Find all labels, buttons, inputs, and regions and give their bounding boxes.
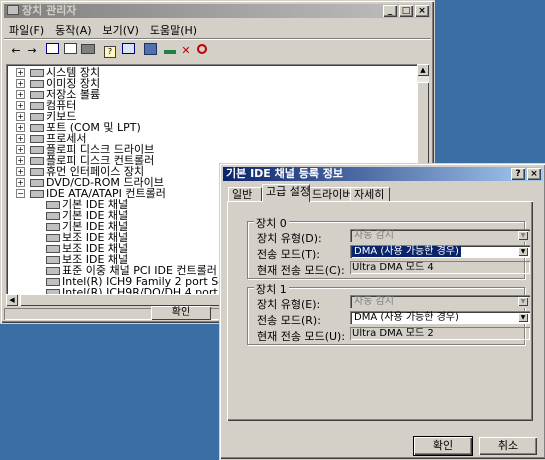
- system-devices-icon: [30, 68, 44, 77]
- help-question-button[interactable]: ?: [511, 168, 525, 180]
- device1-current-label: 현재 전송 모드(U):: [257, 330, 346, 343]
- device-manager-titlebar[interactable]: 장치 관리자 _ □ ×: [4, 4, 431, 18]
- background-ok-button[interactable]: 확인: [151, 306, 211, 320]
- disable-device-icon[interactable]: [194, 43, 210, 59]
- device1-type-label: 장치 유형(E):: [257, 298, 321, 311]
- collapse-icon[interactable]: −: [16, 189, 25, 198]
- tab-general[interactable]: 일반: [228, 187, 262, 202]
- device1-group: 장치 1 장치 유형(E): 자동 감지 ▼ 전송 모드(R): DMA (사용…: [247, 281, 530, 345]
- properties-dialog: 기본 IDE 채널 등록 정보 ? × 일반 고급 설정 드라이버 자세히 장치…: [219, 163, 545, 460]
- device-manager-app-icon: [7, 5, 19, 15]
- expand-icon[interactable]: +: [16, 90, 25, 99]
- device0-type-select: 자동 감지 ▼: [350, 229, 530, 242]
- chevron-down-icon[interactable]: ▼: [518, 313, 528, 322]
- up-level-icon[interactable]: [62, 43, 78, 59]
- tab-driver[interactable]: 드라이버: [308, 187, 354, 202]
- ide-channel-icon: [46, 233, 60, 242]
- ide-channel-icon: [46, 255, 60, 264]
- device1-current-value: Ultra DMA 모드 2: [350, 327, 530, 340]
- toolbar: ← → ? ✕: [4, 38, 431, 63]
- expand-icon[interactable]: +: [16, 101, 25, 110]
- properties-titlebar[interactable]: 기본 IDE 채널 등록 정보 ? ×: [223, 167, 543, 181]
- imaging-device-icon: [30, 79, 44, 88]
- show-hide-tree-icon[interactable]: [44, 43, 60, 59]
- ide-channel-icon: [46, 211, 60, 220]
- chevron-down-icon[interactable]: ▼: [518, 247, 528, 256]
- expand-icon[interactable]: +: [16, 112, 25, 121]
- device-manager-title: 장치 관리자: [22, 4, 77, 17]
- chevron-down-icon: ▼: [518, 231, 528, 240]
- ide-channel-icon: [46, 200, 60, 209]
- menu-action[interactable]: 동작(A): [50, 20, 97, 38]
- processor-icon: [30, 134, 44, 143]
- cancel-button[interactable]: 취소: [479, 437, 537, 455]
- properties-title: 기본 IDE 채널 등록 정보: [226, 167, 344, 180]
- device0-mode-label: 전송 모드(T):: [257, 248, 320, 261]
- expand-icon[interactable]: +: [16, 167, 25, 176]
- expand-icon[interactable]: +: [16, 178, 25, 187]
- print-icon[interactable]: [80, 43, 96, 59]
- forward-arrow-icon[interactable]: →: [24, 43, 40, 59]
- maximize-button[interactable]: □: [399, 5, 413, 17]
- menu-file[interactable]: 파일(F): [4, 20, 50, 38]
- ide-channel-icon: [46, 244, 60, 253]
- advanced-settings-panel: 장치 0 장치 유형(D): 자동 감지 ▼ 전송 모드(T): DMA (사용…: [227, 201, 533, 421]
- scroll-left-icon[interactable]: ◀: [6, 294, 18, 306]
- device0-title: 장치 0: [254, 215, 289, 231]
- device1-mode-value: DMA (사용 가능한 경우): [354, 312, 459, 323]
- device1-title: 장치 1: [254, 281, 289, 297]
- ide-channel-icon: [46, 222, 60, 231]
- tab-advanced-settings[interactable]: 고급 설정: [262, 184, 310, 202]
- back-arrow-icon[interactable]: ←: [8, 43, 24, 59]
- computer-icon: [30, 101, 44, 110]
- expand-icon[interactable]: +: [16, 68, 25, 77]
- ok-button[interactable]: 확인: [413, 436, 473, 456]
- expand-icon[interactable]: +: [16, 134, 25, 143]
- update-driver-icon[interactable]: [162, 43, 178, 59]
- storage-volume-icon: [30, 90, 44, 99]
- floppy-controller-icon: [30, 156, 44, 165]
- ide-channel-icon: [46, 266, 60, 275]
- device1-mode-label: 전송 모드(R):: [257, 314, 321, 327]
- minimize-button[interactable]: _: [383, 5, 397, 17]
- tab-details[interactable]: 자세히: [350, 187, 390, 202]
- device0-mode-value: DMA (사용 가능한 경우): [352, 246, 461, 257]
- properties-icon[interactable]: [120, 43, 136, 59]
- device0-type-label: 장치 유형(D):: [257, 232, 322, 245]
- scroll-up-icon[interactable]: ▲: [417, 64, 429, 76]
- expand-icon[interactable]: +: [16, 156, 25, 165]
- device1-type-value: 자동 감지: [354, 296, 394, 307]
- close-button[interactable]: ×: [415, 5, 429, 17]
- device0-current-label: 현재 전송 모드(C):: [257, 264, 345, 277]
- menu-bar: 파일(F) 동작(A) 보기(V) 도움말(H): [4, 20, 431, 38]
- device0-group: 장치 0 장치 유형(D): 자동 감지 ▼ 전송 모드(T): DMA (사용…: [247, 215, 530, 279]
- ide-controller-icon: [30, 189, 44, 198]
- port-icon: [30, 123, 44, 132]
- scan-hardware-icon[interactable]: [142, 43, 158, 59]
- device0-mode-select[interactable]: DMA (사용 가능한 경우) ▼: [350, 245, 530, 258]
- hid-icon: [30, 167, 44, 176]
- menu-view[interactable]: 보기(V): [98, 20, 145, 38]
- ide-channel-icon: [46, 277, 60, 286]
- dvd-drive-icon: [30, 178, 44, 187]
- device1-type-select: 자동 감지 ▼: [350, 295, 530, 308]
- floppy-drive-icon: [30, 145, 44, 154]
- device0-current-value: Ultra DMA 모드 4: [350, 261, 530, 274]
- chevron-down-icon: ▼: [518, 297, 528, 306]
- keyboard-icon: [30, 112, 44, 121]
- menu-help[interactable]: 도움말(H): [145, 20, 203, 38]
- device0-type-value: 자동 감지: [354, 230, 394, 241]
- expand-icon[interactable]: +: [16, 145, 25, 154]
- expand-icon[interactable]: +: [16, 79, 25, 88]
- expand-icon[interactable]: +: [16, 123, 25, 132]
- dialog-close-button[interactable]: ×: [527, 168, 541, 180]
- uninstall-icon[interactable]: ✕: [178, 43, 194, 59]
- help-icon[interactable]: ?: [102, 43, 118, 59]
- device1-mode-select[interactable]: DMA (사용 가능한 경우) ▼: [350, 311, 530, 324]
